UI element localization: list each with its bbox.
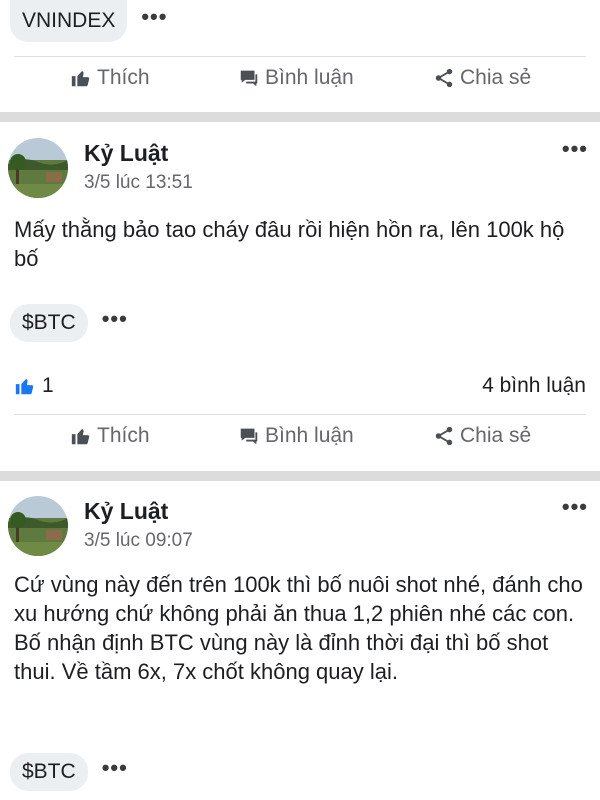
author-name[interactable]: Kỷ Luật — [84, 498, 168, 525]
avatar-landscape-image — [8, 496, 68, 556]
thumbs-up-icon — [71, 429, 90, 445]
comment-button[interactable]: Bình luận — [238, 424, 354, 448]
tag-row: $BTC ••• — [10, 304, 128, 342]
like-button[interactable]: Thích — [70, 424, 150, 448]
like-button[interactable]: Thích — [70, 66, 150, 90]
tag-chip[interactable]: VNINDEX — [10, 0, 128, 42]
more-icon[interactable]: ••• — [102, 757, 128, 787]
post-separator — [0, 471, 600, 481]
post-stats: 1 4 bình luận — [14, 374, 586, 404]
top-post-tag-row: VNINDEX ••• — [10, 0, 167, 42]
post-header: Kỷ Luật 3/5 lúc 13:51 ••• — [8, 138, 592, 204]
more-icon[interactable]: ••• — [562, 138, 588, 160]
like-count-value: 1 — [42, 374, 54, 397]
share-button[interactable]: Chia sẻ — [433, 424, 531, 448]
post-timestamp[interactable]: 3/5 lúc 09:07 — [84, 530, 193, 552]
like-reaction-icon — [15, 379, 34, 395]
tag-chip[interactable]: $BTC — [10, 304, 88, 342]
post-separator — [0, 112, 600, 122]
post-timestamp[interactable]: 3/5 lúc 13:51 — [84, 172, 193, 194]
tag-chip[interactable]: $BTC — [10, 753, 88, 791]
like-count[interactable]: 1 — [14, 374, 54, 398]
comment-label: Bình luận — [265, 66, 354, 89]
divider — [14, 414, 586, 415]
comment-icon — [240, 428, 258, 445]
share-icon — [435, 426, 453, 446]
comment-button[interactable]: Bình luận — [238, 66, 354, 90]
share-button[interactable]: Chia sẻ — [433, 66, 531, 90]
avatar[interactable] — [8, 138, 68, 198]
like-label: Thích — [97, 66, 150, 89]
avatar[interactable] — [8, 496, 68, 556]
avatar-landscape-image — [8, 138, 68, 198]
share-label: Chia sẻ — [460, 66, 532, 89]
share-icon — [435, 68, 453, 88]
divider — [14, 56, 586, 57]
comment-count[interactable]: 4 bình luận — [482, 374, 586, 398]
like-label: Thích — [97, 424, 150, 447]
post-header: Kỷ Luật 3/5 lúc 09:07 ••• — [8, 496, 592, 562]
more-icon[interactable]: ••• — [562, 496, 588, 518]
post-actions: Thích Bình luận Chia sẻ — [0, 424, 600, 464]
comment-label: Bình luận — [265, 424, 354, 447]
author-name[interactable]: Kỷ Luật — [84, 140, 168, 167]
tag-row: $BTC ••• — [10, 753, 128, 791]
post-text: Cứ vùng này đến trên 100k thì bố nuôi sh… — [14, 572, 583, 684]
post-actions: Thích Bình luận Chia sẻ — [0, 66, 600, 106]
more-icon[interactable]: ••• — [102, 308, 128, 338]
post-text: Mấy thằng bảo tao cháy đâu rồi hiện hồn … — [14, 217, 565, 271]
thumbs-up-icon — [71, 71, 90, 87]
share-label: Chia sẻ — [460, 424, 532, 447]
comment-icon — [240, 70, 258, 87]
more-icon[interactable]: ••• — [141, 6, 167, 36]
